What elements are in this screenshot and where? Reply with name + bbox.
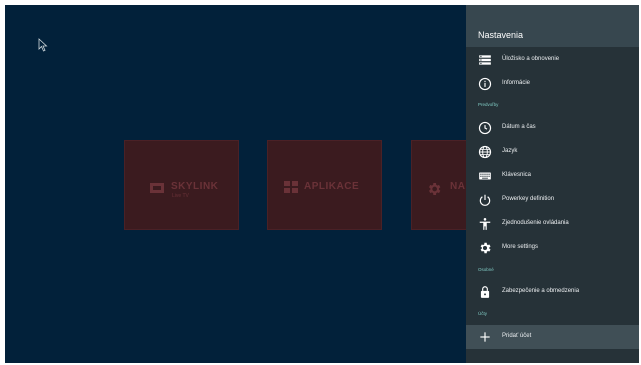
apps-grid-icon	[284, 181, 298, 193]
tile-label: SKYLINK	[171, 181, 219, 192]
menu-item-storage[interactable]: Úložisko a obnovenie	[466, 48, 639, 72]
tile-skylink[interactable]: SKYLINK Live TV	[124, 140, 239, 230]
menu-item-label: Zabezpečenie a obmedzenia	[502, 288, 580, 294]
tv-screen: SKYLINK Live TV APLIKACE NA Nastavenia Ú…	[5, 5, 639, 363]
menu-item-security[interactable]: Zabezpečenie a obmedzenia	[466, 280, 639, 304]
section-header-accounts: Účty	[478, 311, 487, 316]
tile-aplikace[interactable]: APLIKACE	[267, 140, 382, 230]
menu-item-keyboard[interactable]: Klávesnica	[466, 164, 639, 188]
menu-item-label: Jazyk	[502, 148, 518, 154]
settings-header: Nastavenia	[466, 5, 639, 47]
tile-label: APLIKACE	[304, 181, 360, 192]
mouse-cursor-icon	[38, 38, 48, 52]
menu-item-label: More settings	[502, 244, 539, 250]
menu-item-language[interactable]: Jazyk	[466, 140, 639, 164]
menu-item-label: Úložisko a obnovenie	[502, 56, 560, 62]
gear-icon	[429, 183, 441, 195]
settings-title: Nastavenia	[478, 30, 524, 40]
plus-icon	[480, 332, 490, 342]
menu-item-label: Pridať účet	[502, 333, 532, 339]
power-icon	[479, 194, 491, 206]
clock-icon	[478, 121, 492, 135]
storage-icon	[479, 55, 491, 65]
tile-label: NA	[450, 181, 466, 192]
menu-item-powerkey[interactable]: Powerkey definition	[466, 188, 639, 212]
section-header-preferences: Predvoľby	[478, 102, 499, 107]
lock-icon	[480, 286, 490, 298]
menu-item-accessibility[interactable]: Zjednodušenie ovládania	[466, 212, 639, 236]
globe-icon	[478, 145, 492, 159]
menu-item-label: Powerkey definition	[502, 196, 555, 202]
gear-icon	[480, 242, 491, 254]
menu-item-more-settings[interactable]: More settings	[466, 236, 639, 260]
accessibility-icon	[479, 218, 491, 230]
menu-item-label: Zjednodušenie ovládania	[502, 220, 569, 226]
skylink-logo-icon	[150, 183, 164, 193]
menu-item-label: Informácie	[502, 80, 531, 86]
section-header-personal: Osobné	[478, 267, 494, 272]
info-icon	[478, 77, 492, 91]
tile-sublabel: Live TV	[172, 193, 189, 199]
menu-item-info[interactable]: Informácie	[466, 72, 639, 96]
menu-item-date-time[interactable]: Dátum a čas	[466, 116, 639, 140]
keyboard-icon	[479, 172, 491, 180]
settings-panel: Nastavenia Úložisko a obnovenie Informác…	[466, 5, 639, 363]
menu-item-label: Dátum a čas	[502, 124, 536, 130]
menu-item-add-account[interactable]: Pridať účet	[466, 325, 639, 349]
menu-item-label: Klávesnica	[502, 172, 532, 178]
